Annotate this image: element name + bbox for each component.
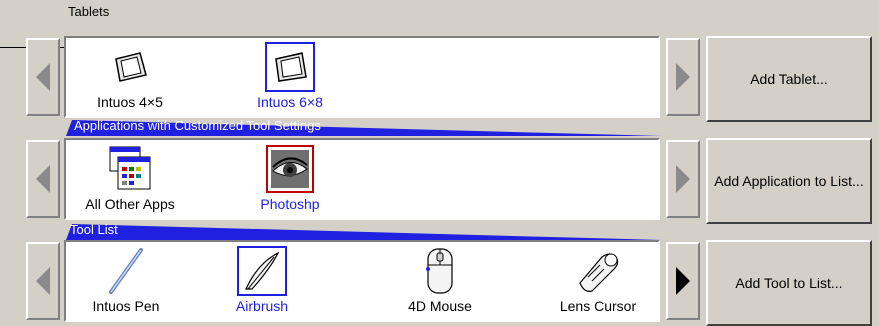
- tablet-item-label: Intuos 4×5: [97, 94, 163, 110]
- tablet-large-icon: [265, 42, 315, 92]
- application-item-label: All Other Apps: [85, 196, 175, 212]
- tool-item-label: Intuos Pen: [92, 298, 160, 314]
- tool-item-label: Airbrush: [235, 298, 289, 314]
- application-item-all-other-apps[interactable]: All Other Apps: [70, 140, 190, 218]
- tools-title-bar: [66, 224, 662, 240]
- mouse-icon: [415, 246, 465, 296]
- applications-scroll-right-button[interactable]: [666, 140, 700, 218]
- eye-icon: [265, 144, 315, 194]
- tablet-item-label: Intuos 6×8: [257, 94, 323, 110]
- tablets-scroll-right-button[interactable]: [666, 38, 700, 116]
- add-application-button[interactable]: Add Application to List...: [706, 138, 872, 224]
- right-arrow-icon: [676, 267, 690, 295]
- left-arrow-icon: [36, 63, 50, 91]
- add-tablet-button[interactable]: Add Tablet...: [706, 36, 872, 122]
- right-arrow-icon: [676, 165, 690, 193]
- tablet-item-intuos-4x5[interactable]: Intuos 4×5: [70, 38, 190, 116]
- airbrush-icon: [237, 246, 287, 296]
- right-arrow-icon: [676, 63, 690, 91]
- tablet-item-intuos-6x8[interactable]: Intuos 6×8: [230, 38, 350, 116]
- lens-cursor-icon: [573, 246, 623, 296]
- application-item-photoshp[interactable]: Photoshp: [230, 140, 350, 218]
- applications-list[interactable]: All Other Apps Photoshp: [64, 138, 660, 220]
- tools-list[interactable]: Intuos Pen Airbrush 4D Mouse Lens Cursor: [64, 240, 660, 322]
- tools-section-title: Tool List: [70, 222, 118, 237]
- left-arrow-icon: [36, 165, 50, 193]
- tool-item-airbrush[interactable]: Airbrush: [202, 242, 322, 320]
- tool-item-4d-mouse[interactable]: 4D Mouse: [380, 242, 500, 320]
- tool-item-intuos-pen[interactable]: Intuos Pen: [66, 242, 186, 320]
- tool-item-label: 4D Mouse: [408, 298, 472, 314]
- tablet-small-icon: [105, 42, 155, 92]
- tool-item-label: Lens Cursor: [559, 298, 637, 314]
- tablets-section-title: Tablets: [68, 4, 110, 19]
- tool-item-lens-cursor[interactable]: Lens Cursor: [538, 242, 658, 320]
- application-item-label: Photoshp: [260, 196, 320, 212]
- left-arrow-icon: [36, 267, 50, 295]
- tablets-scroll-left-button[interactable]: [26, 38, 60, 116]
- tablets-list[interactable]: Intuos 4×5 Intuos 6×8: [64, 36, 660, 118]
- applications-scroll-left-button[interactable]: [26, 140, 60, 218]
- pen-icon: [101, 246, 151, 296]
- tools-scroll-left-button[interactable]: [26, 242, 60, 320]
- applications-section-title: Applications with Customized Tool Settin…: [74, 118, 321, 133]
- add-tool-button[interactable]: Add Tool to List...: [706, 240, 872, 326]
- app-windows-icon: [105, 144, 155, 194]
- tools-scroll-right-button[interactable]: [666, 242, 700, 320]
